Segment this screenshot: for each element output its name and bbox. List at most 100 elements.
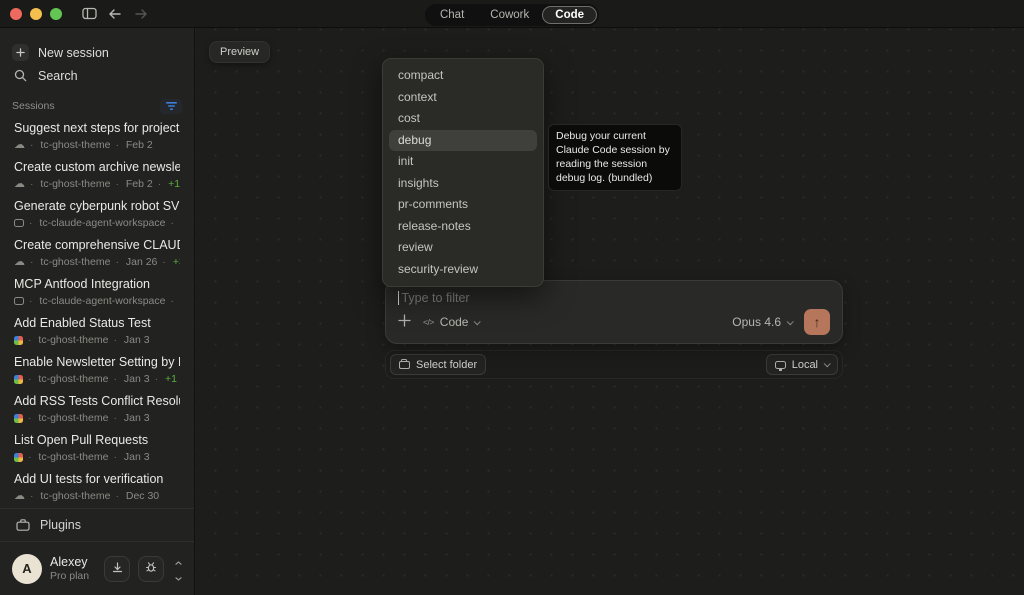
list-item[interactable]: List Open Pull Requests tc-ghost-theme J… — [14, 433, 180, 463]
diff-added: +321 — [162, 256, 180, 268]
session-date: Jan 3 — [113, 334, 149, 346]
arrow-right-icon — [134, 8, 148, 20]
location-label: Local — [792, 359, 818, 371]
session-title: Add UI tests for verification — [14, 472, 180, 486]
filter-input[interactable] — [401, 291, 830, 305]
sidebar-toggle-button[interactable] — [76, 3, 102, 25]
session-source-icon — [14, 453, 23, 462]
session-source-icon — [14, 414, 23, 423]
minimize-window-button[interactable] — [30, 8, 42, 20]
menu-item-security-review[interactable]: security-review — [389, 259, 537, 281]
arrow-up-icon: ↑ — [814, 314, 821, 330]
download-icon — [112, 561, 123, 576]
session-source-icon — [14, 336, 23, 345]
sidebar-toggle-icon — [82, 7, 97, 20]
session-title: Create custom archive newsletter pe — [14, 160, 180, 174]
user-name: Alexey — [50, 555, 96, 569]
zoom-window-button[interactable] — [50, 8, 62, 20]
close-window-button[interactable] — [10, 8, 22, 20]
plus-icon — [12, 44, 29, 61]
debug-report-button[interactable] — [138, 556, 164, 582]
preview-button[interactable]: Preview — [209, 41, 270, 63]
forward-button[interactable] — [128, 3, 154, 25]
session-title: List Open Pull Requests — [14, 433, 180, 447]
filter-sessions-button[interactable] — [160, 99, 182, 114]
sessions-section-label: Sessions — [12, 100, 55, 112]
tab-chat[interactable]: Chat — [427, 6, 477, 24]
menu-item-compact[interactable]: compact — [389, 65, 537, 87]
list-item[interactable]: Create custom archive newsletter pe tc-g… — [14, 160, 180, 190]
model-selector[interactable]: Opus 4.6 — [732, 315, 792, 329]
select-folder-button[interactable]: Select folder — [390, 354, 486, 375]
menu-item-cost[interactable]: cost — [389, 108, 537, 130]
session-source-icon — [14, 375, 23, 384]
list-item[interactable]: Create comprehensive CLAUDE.md tc-ghost-… — [14, 238, 180, 268]
bug-icon — [145, 561, 157, 576]
session-title: Add Enabled Status Test — [14, 316, 180, 330]
select-folder-label: Select folder — [416, 359, 477, 371]
chevron-down-icon — [787, 318, 794, 325]
folder-bar: Select folder Local — [385, 350, 843, 379]
session-source-icon — [14, 491, 25, 502]
attach-button[interactable] — [398, 314, 411, 330]
mode-tabs: Chat Cowork Code — [425, 4, 599, 26]
session-date: Jan 3 — [113, 412, 149, 424]
menu-item-pr-comments[interactable]: pr-comments — [389, 194, 537, 216]
plugins-label: Plugins — [40, 518, 81, 532]
text-cursor — [398, 291, 399, 305]
session-repo: tc-ghost-theme — [30, 178, 110, 190]
slash-command-menu: compact context cost debug init insights… — [382, 58, 544, 287]
back-button[interactable] — [102, 3, 128, 25]
mode-label: Code — [440, 315, 469, 329]
session-title: Enable Newsletter Setting by Defaul — [14, 355, 180, 369]
mode-selector[interactable]: </> Code — [423, 315, 479, 329]
menu-item-release-notes[interactable]: release-notes — [389, 216, 537, 238]
tab-code[interactable]: Code — [542, 6, 597, 24]
session-title: MCP Antfood Integration — [14, 277, 180, 291]
sidebar-item-plugins[interactable]: Plugins — [0, 508, 194, 541]
session-source-icon — [14, 219, 24, 227]
monitor-icon — [775, 361, 786, 369]
menu-item-context[interactable]: context — [389, 87, 537, 109]
session-date: Jan 23 — [170, 295, 180, 307]
list-item[interactable]: Add RSS Tests Conflict Resolution tc-gho… — [14, 394, 180, 424]
session-repo: tc-ghost-theme — [28, 412, 108, 424]
session-date: Jan 3 — [113, 451, 149, 463]
plus-icon — [398, 314, 411, 330]
location-selector[interactable]: Local — [766, 354, 838, 375]
list-item[interactable]: Add Enabled Status Test tc-ghost-theme J… — [14, 316, 180, 346]
session-repo: tc-ghost-theme — [28, 373, 108, 385]
menu-item-insights[interactable]: insights — [389, 173, 537, 195]
list-item[interactable]: MCP Antfood Integration tc-claude-agent-… — [14, 277, 180, 307]
chevron-down-icon — [474, 318, 481, 325]
session-source-icon — [14, 140, 25, 151]
new-session-button[interactable]: New session — [12, 41, 182, 64]
menu-item-init[interactable]: init — [389, 151, 537, 173]
session-repo: tc-ghost-theme — [30, 256, 110, 268]
session-source-icon — [14, 179, 25, 190]
user-account-row[interactable]: A Alexey Pro plan — [0, 541, 194, 595]
session-date: Jan 28 — [170, 217, 180, 229]
download-button[interactable] — [104, 556, 130, 582]
session-repo: tc-ghost-theme — [30, 139, 110, 151]
session-repo: tc-ghost-theme — [30, 490, 110, 502]
list-item[interactable]: Suggest next steps for project tc-ghost-… — [14, 121, 180, 151]
filter-funnel-icon — [166, 99, 177, 114]
search-button[interactable]: Search — [12, 64, 182, 87]
session-source-icon — [14, 297, 24, 305]
list-item[interactable]: Add UI tests for verification tc-ghost-t… — [14, 472, 180, 502]
sidebar: New session Search Sessions Suggest next — [0, 28, 195, 595]
list-item[interactable]: Generate cyberpunk robot SVG artw tc-cla… — [14, 199, 180, 229]
account-switcher-button[interactable] — [173, 551, 184, 586]
toolbox-icon — [14, 519, 31, 531]
code-brackets-icon: </> — [423, 317, 434, 327]
session-date: Feb 2 — [115, 139, 152, 151]
menu-item-review[interactable]: review — [389, 237, 537, 259]
menu-item-debug[interactable]: debug — [389, 130, 537, 152]
list-item[interactable]: Enable Newsletter Setting by Defaul tc-g… — [14, 355, 180, 385]
session-title: Add RSS Tests Conflict Resolution — [14, 394, 180, 408]
session-date: Feb 2 — [115, 178, 152, 190]
send-button[interactable]: ↑ — [804, 309, 830, 335]
tab-cowork[interactable]: Cowork — [477, 6, 542, 24]
session-title: Generate cyberpunk robot SVG artw — [14, 199, 180, 213]
